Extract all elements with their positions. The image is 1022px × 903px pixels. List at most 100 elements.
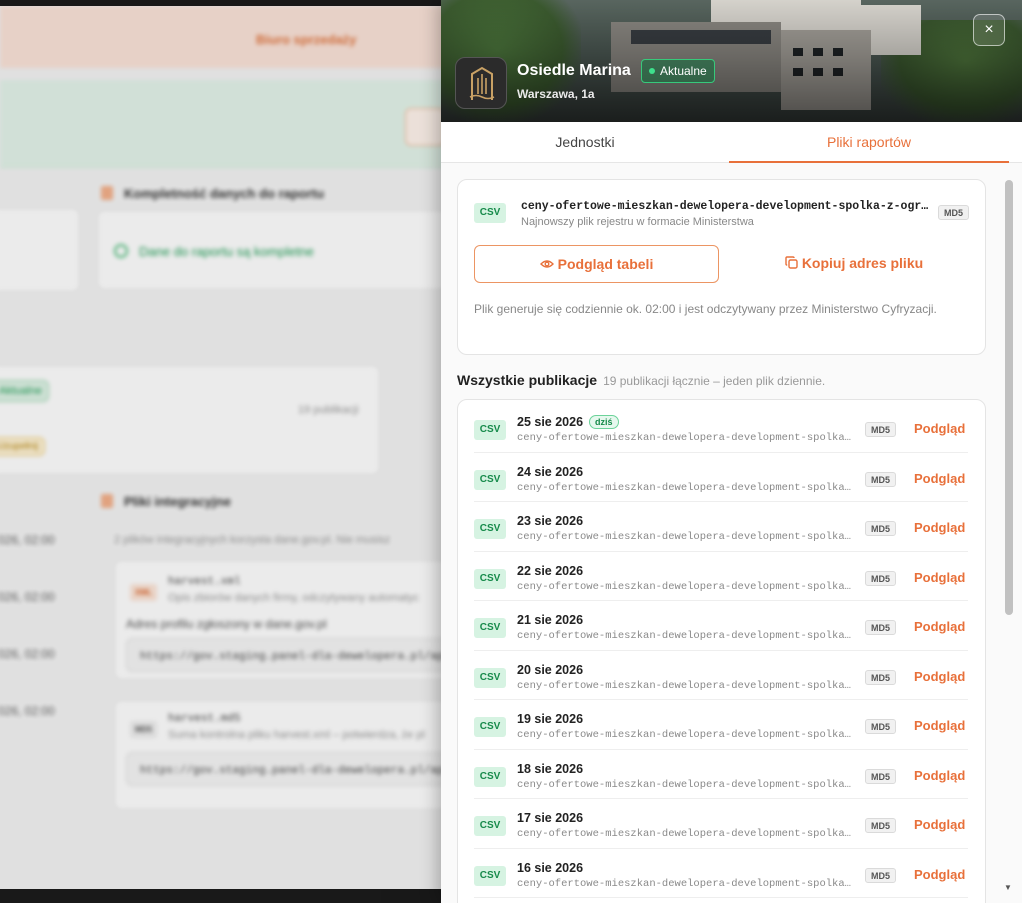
modal-overlay[interactable] bbox=[0, 0, 441, 903]
today-badge: dziś bbox=[589, 415, 619, 429]
csv-badge: CSV bbox=[474, 865, 506, 886]
publication-date-text: 19 sie 2026 bbox=[517, 712, 584, 726]
preview-link[interactable]: Podgląd bbox=[914, 768, 965, 783]
publication-date-text: 24 sie 2026 bbox=[517, 464, 584, 479]
copy-file-url-button[interactable]: Kopiuj adres pliku bbox=[734, 245, 974, 283]
publications-heading: Wszystkie publikacje bbox=[457, 372, 598, 388]
developer-logo bbox=[455, 57, 507, 109]
scroll-down-arrow-icon[interactable]: ▼ bbox=[1004, 883, 1012, 892]
drawer-hero-image: Osiedle Marina Aktualne Warszawa, 1a × bbox=[441, 0, 1022, 122]
publication-date: 19 sie 2026 bbox=[517, 712, 583, 726]
md5-badge[interactable]: MD5 bbox=[865, 818, 897, 833]
preview-link[interactable]: Podgląd bbox=[914, 471, 965, 486]
csv-badge: CSV bbox=[474, 816, 506, 836]
latest-file-name: ceny-ofertowe-mieszkan-dewelopera-develo… bbox=[521, 200, 931, 213]
md5-badge[interactable]: MD5 bbox=[865, 719, 897, 734]
csv-badge: CSV bbox=[474, 469, 506, 490]
close-icon: × bbox=[984, 21, 994, 38]
publication-row: CSV 18 sie 2026 ceny-ofertowe-mieszkan-dew… bbox=[474, 750, 968, 799]
md5-badge[interactable]: MD5 bbox=[865, 669, 897, 685]
csv-badge: CSV bbox=[474, 203, 506, 223]
copy-icon bbox=[785, 256, 798, 269]
publication-file-name: ceny-ofertowe-mieszkan-dewelopera-develo… bbox=[517, 481, 851, 494]
md5-badge[interactable]: MD5 bbox=[865, 620, 897, 635]
publication-row: CSV 20 sie 2026 ceny-ofertowe-mieszkan-dew… bbox=[474, 651, 968, 700]
publication-date: 21 sie 2026 bbox=[517, 613, 583, 627]
preview-table-button[interactable]: Podgląd tabeli bbox=[474, 245, 719, 283]
md5-badge[interactable]: MD5 bbox=[938, 205, 970, 220]
hero-shade bbox=[441, 0, 1022, 122]
md5-badge[interactable]: MD5 bbox=[865, 570, 897, 586]
latest-file-card: CSV ceny-ofertowe-mieszkan-dewelopera-de… bbox=[457, 179, 986, 355]
md5-badge[interactable]: MD5 bbox=[865, 521, 897, 536]
preview-link[interactable]: Podgląd bbox=[914, 520, 965, 535]
publication-file-name: ceny-ofertowe-mieszkan-dewelopera-develo… bbox=[517, 729, 851, 741]
publication-row: CSV 21 sie 2026 ceny-ofertowe-mieszkan-dew… bbox=[474, 601, 968, 651]
publication-file-name: ceny-ofertowe-mieszkan-dewelopera-develo… bbox=[517, 679, 851, 692]
publication-row: CSV 23 sie 2026 ceny-ofertowe-mieszkan-dew… bbox=[474, 502, 968, 552]
generation-note: Plik generuje się codziennie ok. 02:00 i… bbox=[474, 302, 937, 316]
md5-badge[interactable]: MD5 bbox=[865, 768, 897, 784]
publication-row: CSV 25 sie 2026 dziś ceny-ofertowe-mieszkan… bbox=[474, 403, 968, 453]
publication-date-text: 23 sie 2026 bbox=[517, 514, 584, 528]
drawer-content: CSV ceny-ofertowe-mieszkan-dewelopera-de… bbox=[441, 163, 1022, 903]
investment-title: Osiedle Marina bbox=[517, 62, 631, 79]
publications-header: Wszystkie publikacje 19 publikacji łączni… bbox=[457, 372, 825, 390]
investment-drawer: Osiedle Marina Aktualne Warszawa, 1a × J… bbox=[441, 0, 1022, 903]
scrollbar-thumb[interactable] bbox=[1005, 180, 1013, 615]
publication-date: 23 sie 2026 bbox=[517, 514, 583, 528]
preview-link[interactable]: Podgląd bbox=[914, 570, 965, 585]
close-button[interactable]: × bbox=[973, 14, 1005, 46]
publication-file-name: ceny-ofertowe-mieszkan-dewelopera-develo… bbox=[517, 778, 851, 791]
publication-date-text: 17 sie 2026 bbox=[517, 811, 584, 825]
publication-date-text: 20 sie 2026 bbox=[517, 662, 584, 677]
tab-units[interactable]: Jednostki bbox=[441, 122, 729, 163]
publication-date-text: 16 sie 2026 bbox=[517, 860, 584, 875]
csv-badge: CSV bbox=[474, 766, 506, 787]
publication-date: 18 sie 2026 bbox=[517, 762, 583, 776]
csv-badge: CSV bbox=[474, 618, 506, 638]
status-dot-icon bbox=[649, 68, 655, 74]
publication-file-name: ceny-ofertowe-mieszkan-dewelopera-develo… bbox=[517, 580, 851, 593]
csv-badge: CSV bbox=[474, 667, 506, 688]
publication-row: CSV 16 sie 2026 ceny-ofertowe-mieszkan-dew… bbox=[474, 849, 968, 898]
preview-link[interactable]: Podgląd bbox=[914, 718, 965, 733]
copy-file-url-label: Kopiuj adres pliku bbox=[801, 255, 924, 271]
preview-link[interactable]: Podgląd bbox=[914, 669, 965, 684]
csv-badge: CSV bbox=[474, 568, 506, 589]
publications-list: CSV 25 sie 2026 dziś ceny-ofertowe-mieszkan… bbox=[457, 399, 986, 903]
status-badge-label: Aktualne bbox=[660, 64, 707, 78]
csv-badge: CSV bbox=[474, 420, 506, 440]
csv-badge: CSV bbox=[474, 519, 506, 539]
publication-date: 20 sie 2026 bbox=[517, 663, 583, 677]
md5-badge[interactable]: MD5 bbox=[865, 867, 897, 883]
publication-file-name: ceny-ofertowe-mieszkan-dewelopera-develo… bbox=[517, 531, 851, 543]
md5-badge[interactable]: MD5 bbox=[865, 471, 897, 487]
status-badge: Aktualne bbox=[641, 59, 715, 83]
publication-file-name: ceny-ofertowe-mieszkan-dewelopera-develo… bbox=[517, 432, 851, 444]
publication-date: 16 sie 2026 bbox=[517, 861, 583, 875]
publication-file-name: ceny-ofertowe-mieszkan-dewelopera-develo… bbox=[517, 630, 851, 642]
md5-badge[interactable]: MD5 bbox=[865, 422, 897, 437]
publication-date-text: 25 sie 2026 bbox=[517, 415, 584, 429]
publication-date: 22 sie 2026 bbox=[517, 564, 583, 578]
publication-file-name: ceny-ofertowe-mieszkan-dewelopera-develo… bbox=[517, 877, 851, 890]
tab-report-files[interactable]: Pliki raportów bbox=[729, 122, 1009, 163]
publication-row: CSV 17 sie 2026 ceny-ofertowe-mieszkan-dew… bbox=[474, 799, 968, 849]
preview-link[interactable]: Podgląd bbox=[914, 817, 965, 832]
publication-date-text: 21 sie 2026 bbox=[517, 613, 584, 627]
publications-count: 19 publikacji łącznie – jeden plik dzien… bbox=[603, 374, 826, 388]
preview-link[interactable]: Podgląd bbox=[914, 867, 965, 882]
publication-date-text: 22 sie 2026 bbox=[517, 563, 584, 578]
preview-link[interactable]: Podgląd bbox=[914, 619, 965, 634]
publication-row: CSV 19 sie 2026 ceny-ofertowe-mieszkan-dew… bbox=[474, 700, 968, 750]
eye-icon bbox=[539, 260, 554, 268]
publication-date-text: 18 sie 2026 bbox=[517, 761, 584, 776]
publication-date: 24 sie 2026 bbox=[517, 465, 583, 479]
preview-table-label: Podgląd tabeli bbox=[557, 256, 654, 272]
publication-date: 17 sie 2026 bbox=[517, 811, 583, 825]
publication-date: 25 sie 2026 dziś bbox=[517, 415, 619, 429]
preview-link[interactable]: Podgląd bbox=[914, 421, 965, 436]
publication-file-name: ceny-ofertowe-mieszkan-dewelopera-develo… bbox=[517, 828, 851, 840]
publication-row: CSV 22 sie 2026 ceny-ofertowe-mieszkan-dew… bbox=[474, 552, 968, 601]
